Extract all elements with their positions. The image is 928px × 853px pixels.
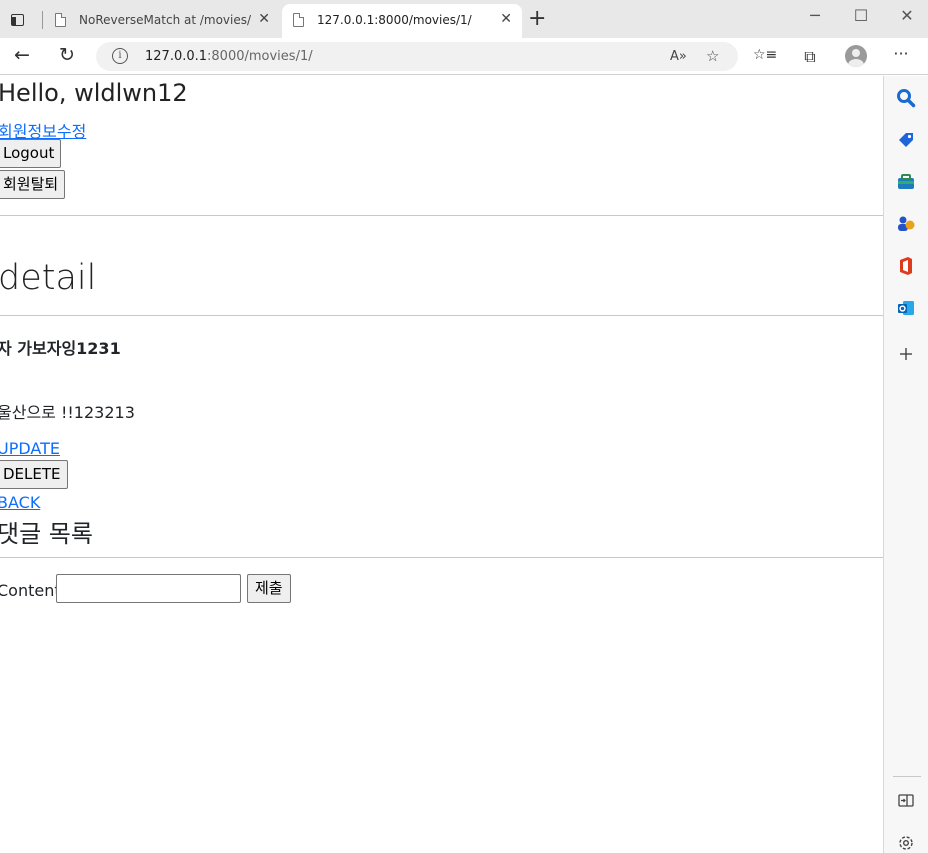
divider <box>0 315 883 316</box>
close-tab-icon[interactable]: ✕ <box>500 11 512 27</box>
office-icon[interactable] <box>896 256 916 276</box>
collections-icon[interactable]: ⧉ <box>799 47 821 67</box>
submit-comment-button[interactable]: 제출 <box>247 574 291 603</box>
page-icon <box>55 13 66 27</box>
divider <box>0 557 883 558</box>
favorites-icon[interactable]: ☆≡ <box>753 47 777 63</box>
tab-separator <box>42 11 43 29</box>
sidebar-divider <box>893 776 921 777</box>
withdraw-button[interactable]: 회원탈퇴 <box>0 170 66 199</box>
page-title: detail <box>0 258 97 298</box>
browser-toolbar: ← ↻ i 127.0.0.1:8000/movies/1/ A» ☆ ☆≡ ⧉… <box>0 38 928 75</box>
back-link[interactable]: BACK <box>0 493 40 512</box>
close-tab-icon[interactable]: ✕ <box>258 11 270 27</box>
tab-title: 127.0.0.1:8000/movies/1/ <box>317 13 472 27</box>
tab-title: NoReverseMatch at /movies/ <box>79 13 252 27</box>
page-icon <box>293 13 304 27</box>
split-screen-icon[interactable] <box>896 791 916 811</box>
outlook-icon[interactable] <box>896 298 916 318</box>
read-aloud-icon[interactable]: A» <box>670 49 687 64</box>
divider <box>0 215 883 216</box>
settings-menu-icon[interactable]: ··· <box>890 44 912 63</box>
url-path: :8000/movies/1/ <box>207 49 313 64</box>
url-host: 127.0.0.1 <box>145 49 208 64</box>
url-text[interactable]: 127.0.0.1:8000/movies/1/ <box>145 49 313 64</box>
comment-content-input[interactable] <box>56 574 241 603</box>
logout-button[interactable]: Logout <box>0 139 62 168</box>
refresh-icon[interactable]: ↻ <box>55 44 79 66</box>
tab-movie-detail[interactable]: 127.0.0.1:8000/movies/1/ ✕ <box>282 4 522 38</box>
tools-icon[interactable] <box>896 172 916 192</box>
settings-icon[interactable] <box>896 833 916 853</box>
shopping-tag-icon[interactable] <box>896 130 916 150</box>
new-tab-icon[interactable]: + <box>528 7 546 31</box>
article-content: 울산으로 !!123213 <box>0 403 135 422</box>
maximize-icon[interactable]: ☐ <box>846 6 876 25</box>
comment-list-heading: 댓글 목록 <box>0 520 93 548</box>
back-icon[interactable]: ← <box>10 44 34 66</box>
update-link[interactable]: UPDATE <box>0 439 60 458</box>
page-content: Hello, wldlwn12 회원정보수정 Logout 회원탈퇴 detai… <box>0 76 883 853</box>
tab-strip: NoReverseMatch at /movies/ ✕ 127.0.0.1:8… <box>0 0 928 38</box>
site-info-icon[interactable]: i <box>112 48 128 64</box>
greeting: Hello, wldlwn12 <box>0 79 188 107</box>
tab-noreversematch[interactable]: NoReverseMatch at /movies/ ✕ <box>44 4 280 38</box>
edge-sidebar <box>883 76 928 853</box>
close-window-icon[interactable]: ✕ <box>892 6 922 25</box>
games-icon[interactable] <box>896 214 916 234</box>
add-favorite-icon[interactable]: ☆ <box>706 47 719 65</box>
minimize-icon[interactable]: ─ <box>800 6 830 25</box>
search-icon[interactable] <box>896 88 916 108</box>
add-icon[interactable] <box>896 344 916 364</box>
article-title: 자 가보자잉1231 <box>0 339 121 358</box>
tab-actions-icon[interactable] <box>8 10 28 30</box>
profile-avatar[interactable] <box>845 45 867 67</box>
delete-button[interactable]: DELETE <box>0 460 68 489</box>
address-bar[interactable]: i 127.0.0.1:8000/movies/1/ A» ☆ <box>96 42 738 71</box>
